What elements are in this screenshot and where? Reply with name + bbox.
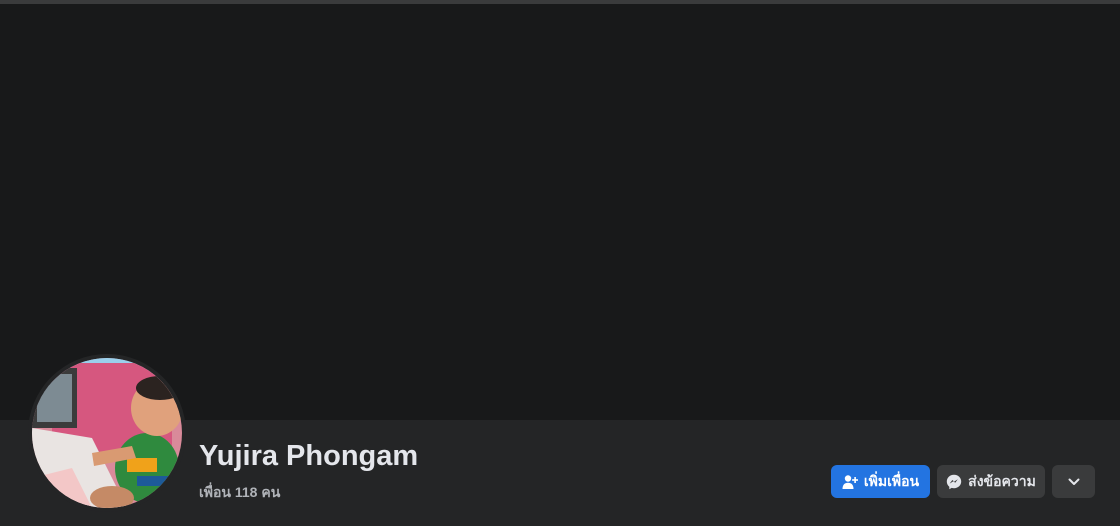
profile-name: Yujira Phongam	[199, 440, 419, 472]
friend-count[interactable]: เพื่อน 118 คน	[199, 482, 280, 504]
cover-photo[interactable]	[0, 4, 1120, 420]
message-button[interactable]: ส่งข้อความ	[937, 465, 1045, 498]
add-friend-button[interactable]: เพิ่มเพื่อน	[831, 465, 930, 498]
chevron-down-icon	[1068, 478, 1080, 486]
add-friend-label: เพิ่มเพื่อน	[863, 472, 920, 489]
messenger-icon	[946, 474, 962, 490]
add-friend-icon	[842, 474, 858, 490]
message-label: ส่งข้อความ	[968, 472, 1036, 489]
profile-avatar[interactable]	[32, 358, 182, 508]
more-options-button[interactable]	[1052, 465, 1095, 498]
avatar-photo	[32, 358, 182, 508]
